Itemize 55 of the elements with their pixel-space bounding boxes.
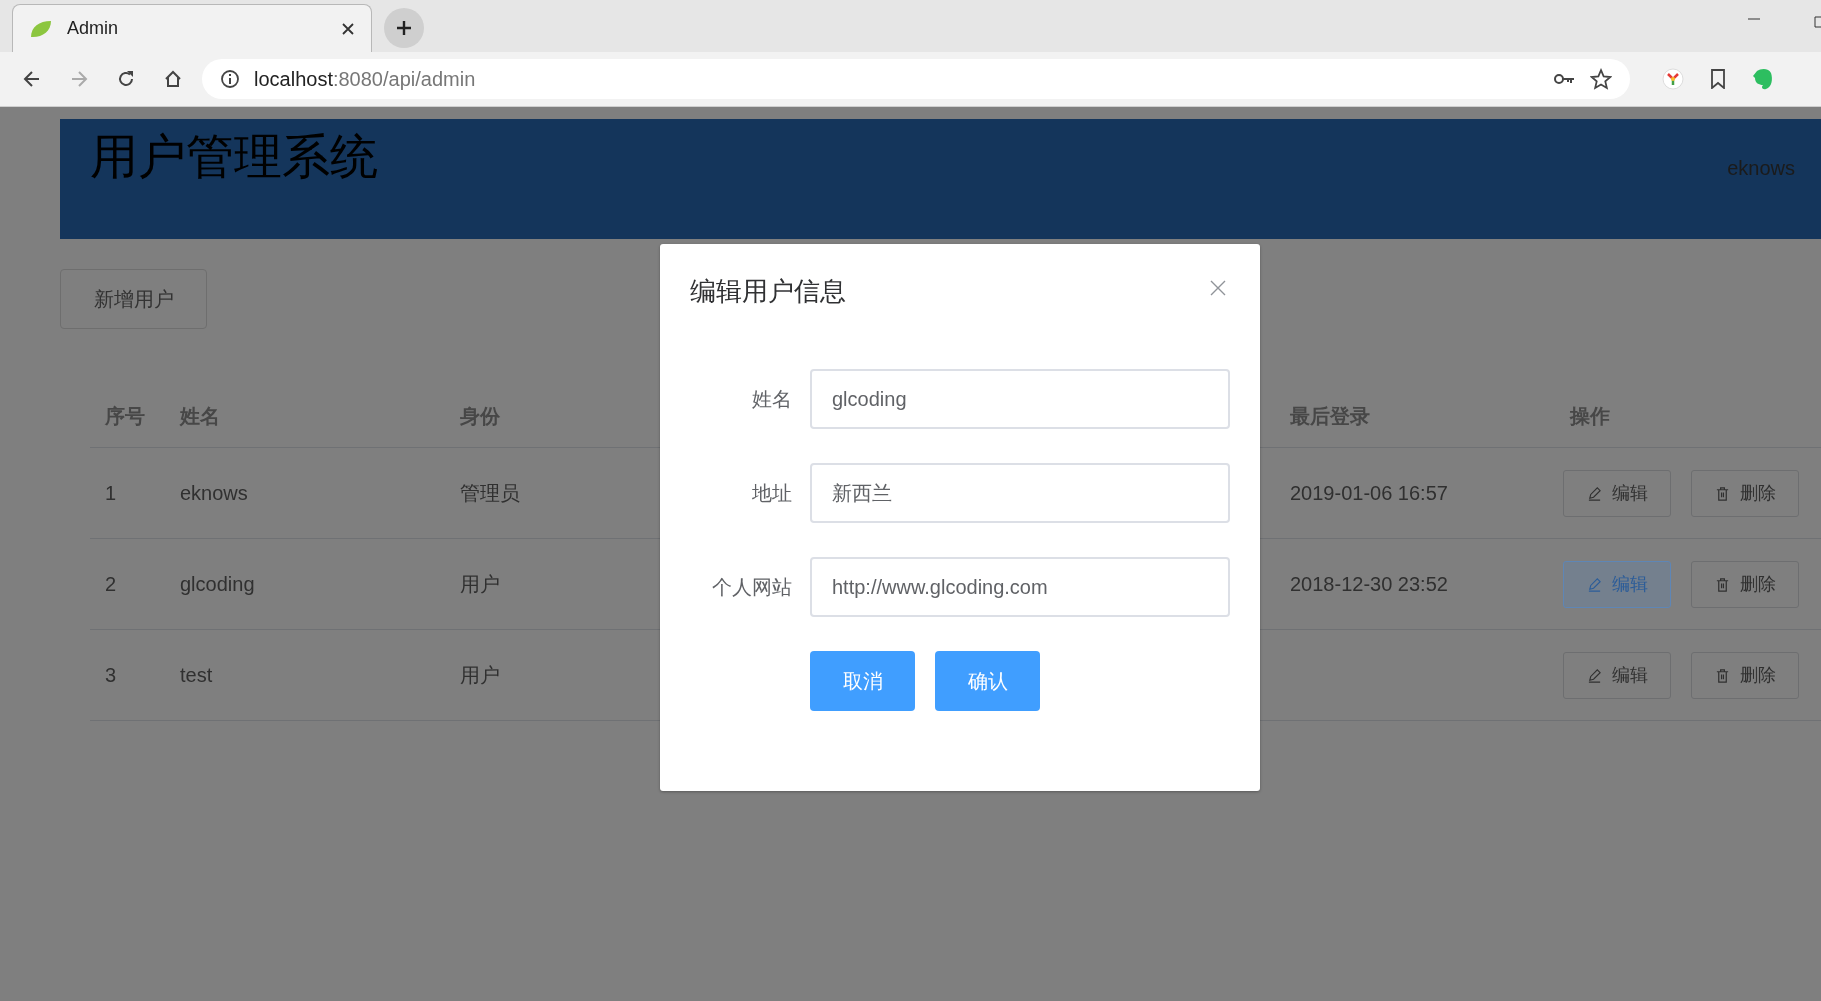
table-cell: eknows bbox=[180, 481, 248, 504]
table-cell: 管理员 bbox=[460, 481, 520, 504]
edit-button[interactable]: 编辑 bbox=[1563, 469, 1671, 517]
pencil-icon bbox=[1586, 576, 1602, 592]
input-field[interactable]: http://www.glcoding.com bbox=[810, 557, 1230, 617]
trash-icon bbox=[1714, 576, 1730, 592]
delete-button[interactable]: 删除 bbox=[1691, 469, 1799, 517]
add-user-button[interactable]: 新增用户 bbox=[60, 269, 207, 329]
input-field[interactable]: 新西兰 bbox=[810, 463, 1230, 523]
delete-button[interactable]: 删除 bbox=[1691, 651, 1799, 699]
trash-icon bbox=[1714, 485, 1730, 501]
address-bar[interactable]: localhost:8080/api/admin bbox=[202, 59, 1630, 99]
table-cell: 2 bbox=[105, 572, 117, 595]
column-header: 序号 bbox=[104, 403, 146, 429]
cancel-button[interactable]: 取消 bbox=[810, 651, 915, 711]
info-icon[interactable] bbox=[220, 69, 240, 89]
plus-icon bbox=[396, 20, 412, 36]
trash-icon bbox=[1714, 667, 1730, 683]
dialog-title: 编辑用户信息 bbox=[690, 275, 846, 308]
home-icon[interactable] bbox=[163, 69, 183, 89]
delete-button[interactable]: 删除 bbox=[1691, 560, 1799, 608]
column-header: 身份 bbox=[459, 403, 501, 429]
reload-icon[interactable] bbox=[116, 69, 136, 89]
field-label: 个人网站 bbox=[711, 574, 792, 600]
table-cell: test bbox=[180, 663, 213, 686]
star-icon[interactable] bbox=[1590, 68, 1612, 90]
back-icon[interactable] bbox=[22, 69, 42, 89]
close-icon[interactable] bbox=[341, 21, 355, 36]
column-header: 操作 bbox=[1568, 403, 1611, 429]
column-header: 姓名 bbox=[178, 403, 221, 429]
confirm-button[interactable]: 确认 bbox=[935, 651, 1040, 711]
field-label: 姓名 bbox=[751, 386, 792, 412]
table-cell: 3 bbox=[105, 663, 117, 686]
url-text: localhost:8080/api/admin bbox=[254, 67, 476, 91]
leaf-icon bbox=[29, 18, 53, 39]
column-header: 最后登录 bbox=[1289, 403, 1371, 429]
table-cell: glcoding bbox=[180, 572, 255, 595]
pencil-icon bbox=[1586, 485, 1602, 501]
pencil-icon bbox=[1586, 667, 1602, 683]
edit-button[interactable]: 编辑 bbox=[1563, 560, 1671, 608]
table-cell: 2018-12-30 23:52 bbox=[1290, 572, 1448, 595]
key-icon[interactable] bbox=[1554, 72, 1576, 86]
tab-title: Admin bbox=[67, 18, 120, 39]
table-cell: 用户 bbox=[460, 663, 500, 686]
field-label: 地址 bbox=[751, 480, 792, 506]
browser-tab[interactable]: Admin bbox=[12, 4, 372, 52]
new-tab-button[interactable] bbox=[384, 8, 424, 48]
table-cell: 1 bbox=[105, 481, 117, 504]
extension-icon[interactable] bbox=[1662, 68, 1684, 90]
app-title: 用户管理系统 bbox=[90, 129, 378, 185]
table-cell: 2019-01-06 16:57 bbox=[1290, 481, 1448, 504]
bookmark-icon[interactable] bbox=[1710, 69, 1726, 89]
table-cell: 用户 bbox=[460, 572, 500, 595]
input-field[interactable]: glcoding bbox=[810, 369, 1230, 429]
edit-button[interactable]: 编辑 bbox=[1563, 651, 1671, 699]
